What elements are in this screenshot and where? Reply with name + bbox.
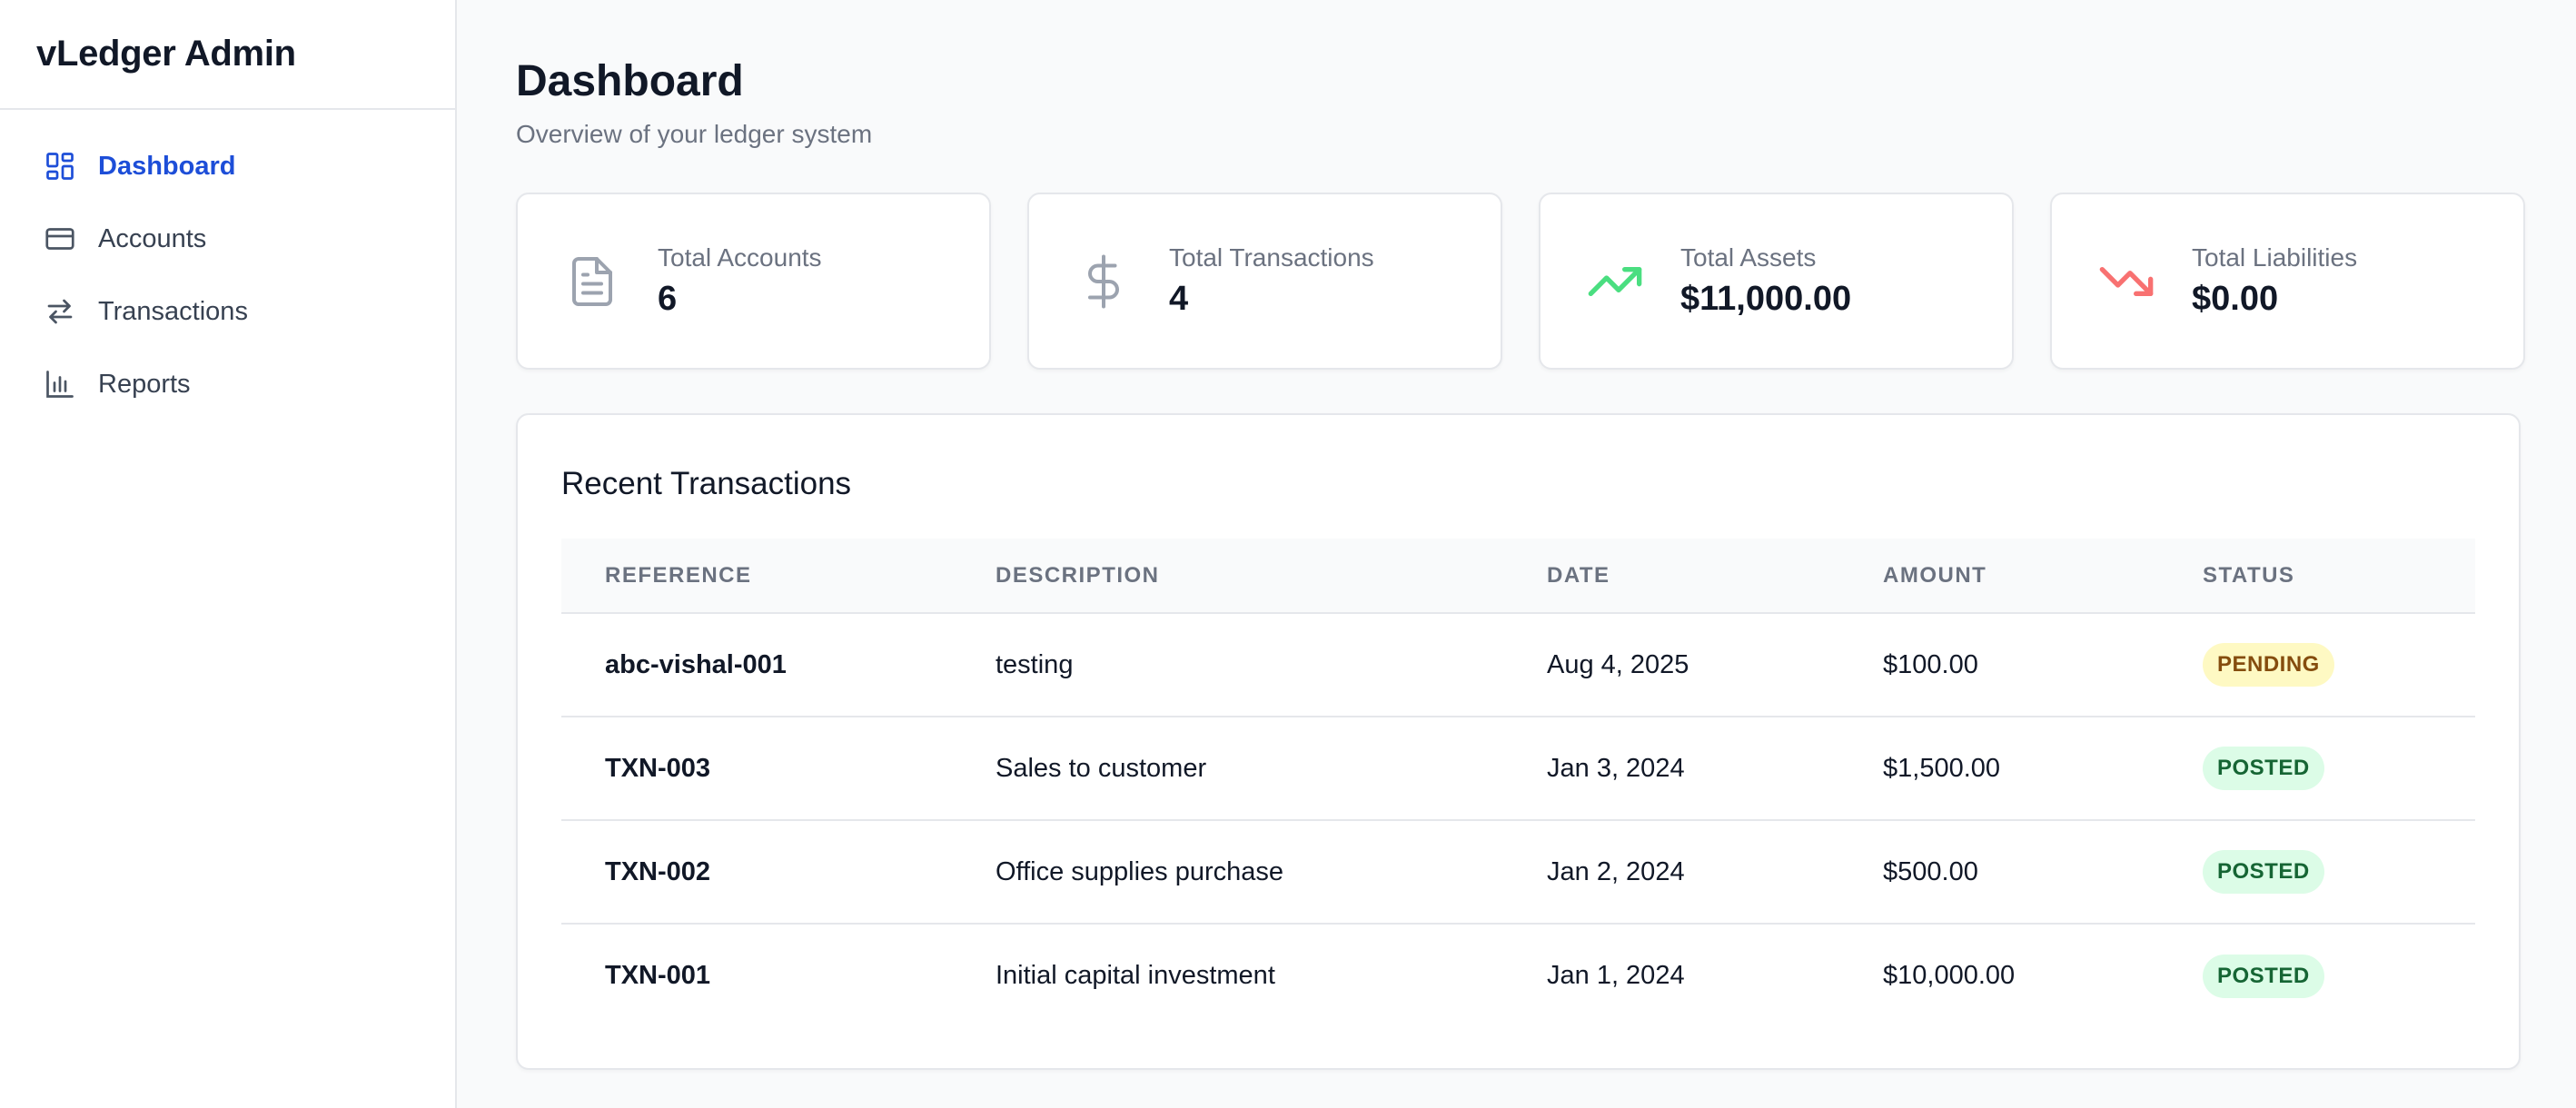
cell-status: POSTED (2159, 717, 2475, 820)
column-header-date[interactable]: Date (1503, 539, 1839, 613)
document-icon (563, 252, 621, 311)
stat-card-total-assets: Total Assets $11,000.00 (1539, 193, 2014, 370)
sidebar-item-label: Reports (98, 369, 191, 399)
sidebar-header: vLedger Admin (0, 0, 455, 110)
sidebar-item-label: Accounts (98, 223, 207, 253)
arrows-swap-icon (42, 293, 78, 330)
sidebar-nav: Dashboard Accounts Transactions Reports (0, 110, 455, 413)
column-header-reference[interactable]: Reference (561, 539, 952, 613)
cell-description: testing (996, 649, 1074, 679)
cell-description: Office supplies purchase (996, 856, 1284, 886)
page-subtitle: Overview of your ledger system (516, 120, 873, 148)
sidebar-item-transactions[interactable]: Transactions (15, 282, 441, 341)
stat-label: Total Accounts (658, 243, 822, 272)
cell-status: PENDING (2159, 613, 2475, 717)
stat-value: $11,000.00 (1680, 280, 1852, 318)
transactions-table: Reference Description Date Amount Status… (561, 539, 2475, 1027)
stat-value: $0.00 (2192, 280, 2279, 318)
brand-title: vLedger Admin (36, 34, 296, 74)
stats-cards: Total Accounts 6 Total Transactions 4 To… (516, 193, 2525, 370)
sidebar: vLedger Admin Dashboard Accounts Transac… (0, 0, 457, 1108)
table-header-row: Reference Description Date Amount Status (561, 539, 2475, 613)
main-content: Dashboard Overview of your ledger system… (457, 0, 2576, 1108)
status-badge: POSTED (2203, 747, 2324, 790)
stat-card-total-liabilities: Total Liabilities $0.00 (2050, 193, 2525, 370)
stat-card-total-accounts: Total Accounts 6 (516, 193, 991, 370)
stat-value: 6 (658, 280, 678, 318)
page-title: Dashboard (516, 57, 744, 105)
cell-date: Jan 1, 2024 (1547, 961, 1685, 990)
cell-amount: $10,000.00 (1883, 961, 2016, 990)
status-badge: POSTED (2203, 850, 2324, 894)
sidebar-item-label: Dashboard (98, 151, 236, 181)
dollar-icon (1075, 252, 1133, 311)
cell-status: POSTED (2159, 924, 2475, 1027)
trending-down-icon (2097, 252, 2155, 311)
status-badge: POSTED (2203, 954, 2324, 998)
sidebar-item-reports[interactable]: Reports (15, 355, 441, 413)
stat-label: Total Transactions (1169, 243, 1374, 272)
recent-transactions-panel: Recent Transactions Reference Descriptio… (516, 413, 2521, 1070)
bar-chart-icon (42, 366, 78, 402)
cell-reference: TXN-003 (605, 753, 711, 783)
table-row[interactable]: TXN-002 Office supplies purchase Jan 2, … (561, 820, 2475, 924)
cell-description: Initial capital investment (996, 961, 1275, 990)
cell-status: POSTED (2159, 820, 2475, 924)
sidebar-item-dashboard[interactable]: Dashboard (15, 137, 441, 195)
table-row[interactable]: TXN-001 Initial capital investment Jan 1… (561, 924, 2475, 1027)
sidebar-item-label: Transactions (98, 296, 248, 326)
cell-date: Jan 3, 2024 (1547, 753, 1685, 783)
cell-reference: TXN-002 (605, 856, 711, 886)
stat-value: 4 (1169, 280, 1189, 318)
trending-up-icon (1586, 252, 1644, 311)
column-header-amount[interactable]: Amount (1839, 539, 2159, 613)
table-header: Reference Description Date Amount Status (561, 539, 2475, 613)
table-body: abc-vishal-001 testing Aug 4, 2025 $100.… (561, 613, 2475, 1027)
cell-reference: TXN-001 (605, 961, 711, 990)
cell-amount: $1,500.00 (1883, 753, 2001, 783)
cell-amount: $500.00 (1883, 856, 1978, 886)
column-header-status[interactable]: Status (2159, 539, 2475, 613)
sidebar-item-accounts[interactable]: Accounts (15, 210, 441, 268)
stat-label: Total Liabilities (2192, 243, 2358, 272)
cell-amount: $100.00 (1883, 649, 1978, 679)
stat-label: Total Assets (1680, 243, 1817, 272)
dashboard-grid-icon (42, 148, 78, 184)
table-row[interactable]: abc-vishal-001 testing Aug 4, 2025 $100.… (561, 613, 2475, 717)
panel-title: Recent Transactions (561, 466, 852, 501)
app-root: vLedger Admin Dashboard Accounts Transac… (0, 0, 2576, 1108)
cell-reference: abc-vishal-001 (605, 649, 787, 679)
table-row[interactable]: TXN-003 Sales to customer Jan 3, 2024 $1… (561, 717, 2475, 820)
cell-date: Aug 4, 2025 (1547, 649, 1689, 679)
column-header-description[interactable]: Description (952, 539, 1503, 613)
credit-card-icon (42, 221, 78, 257)
cell-description: Sales to customer (996, 753, 1207, 783)
status-badge: PENDING (2203, 643, 2334, 687)
stat-card-total-transactions: Total Transactions 4 (1027, 193, 1502, 370)
cell-date: Jan 2, 2024 (1547, 856, 1685, 886)
